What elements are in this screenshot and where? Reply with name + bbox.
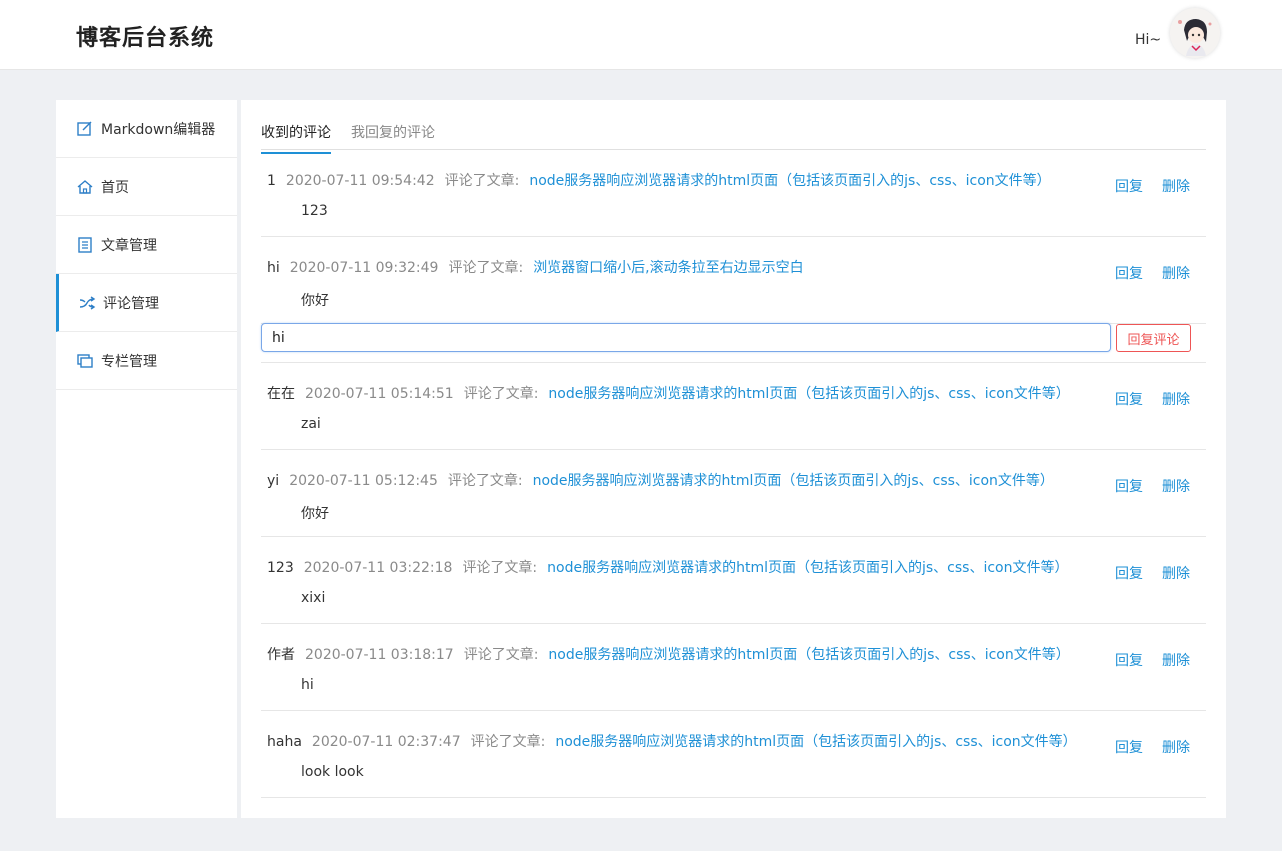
comment-content: xixi: [301, 590, 326, 606]
home-icon: [76, 178, 94, 196]
comment-article-link[interactable]: node服务器响应浏览器请求的html页面（包括该页面引入的js、css、ico…: [529, 173, 1050, 189]
sidebar-item-article-management[interactable]: 文章管理: [56, 216, 237, 274]
reply-button[interactable]: 回复: [1115, 389, 1143, 409]
edit-icon: [76, 120, 94, 138]
shuffle-icon: [78, 294, 96, 312]
comment-content: 123: [301, 203, 328, 219]
comment-article-link[interactable]: node服务器响应浏览器请求的html页面（包括该页面引入的js、css、ico…: [547, 560, 1068, 576]
reply-button[interactable]: 回复: [1115, 476, 1143, 496]
comment-verb: 评论了文章:: [462, 560, 538, 576]
tab-my-replies[interactable]: 我回复的评论: [351, 122, 435, 152]
comment-verb: 评论了文章:: [463, 386, 539, 402]
sidebar-item-label: 评论管理: [103, 295, 159, 312]
list-icon: [76, 236, 94, 254]
main-panel: 收到的评论 我回复的评论 1 2020-07-11 09:54:42 评论了文章: n…: [241, 100, 1226, 818]
sidebar-item-home[interactable]: 首页: [56, 158, 237, 216]
comment-time: 2020-07-11 03:22:18: [303, 560, 453, 576]
sidebar-item-label: 文章管理: [101, 237, 157, 254]
comment-author: yi: [267, 473, 280, 489]
delete-button[interactable]: 删除: [1162, 737, 1190, 757]
comment-verb: 评论了文章:: [448, 260, 524, 276]
comment-content: 你好: [301, 293, 329, 309]
delete-button[interactable]: 删除: [1162, 389, 1190, 409]
sidebar-item-label: 首页: [101, 179, 129, 196]
comment-item: 在在 2020-07-11 05:14:51 评论了文章: node服务器响应浏览器请…: [261, 363, 1206, 450]
sidebar-item-label: Markdown编辑器: [101, 121, 216, 138]
reply-form: 回复评论: [261, 314, 1206, 363]
sidebar-item-comment-management[interactable]: 评论管理: [56, 274, 237, 332]
sidebar-item-markdown-editor[interactable]: Markdown编辑器: [56, 100, 237, 158]
columns-icon: [76, 352, 94, 370]
comment-verb: 评论了文章:: [470, 734, 546, 750]
delete-button[interactable]: 删除: [1162, 650, 1190, 670]
delete-button[interactable]: 删除: [1162, 263, 1190, 283]
submit-reply-button[interactable]: 回复评论: [1116, 324, 1191, 352]
comment-author: haha: [267, 734, 302, 750]
sidebar-item-label: 专栏管理: [101, 353, 157, 370]
comment-item: 1 2020-07-11 09:54:42 评论了文章: node服务器响应浏览器请求…: [261, 150, 1206, 237]
reply-button[interactable]: 回复: [1115, 563, 1143, 583]
comment-time: 2020-07-11 03:18:17: [305, 647, 454, 663]
delete-button[interactable]: 删除: [1162, 563, 1190, 583]
reply-button[interactable]: 回复: [1115, 176, 1143, 196]
comment-content: look look: [301, 764, 364, 780]
comment-item: hi 2020-07-11 09:32:49 评论了文章: 浏览器窗口缩小后,滚动条拉…: [261, 237, 1206, 324]
comment-author: 作者: [267, 647, 295, 663]
comment-time: 2020-07-11 09:32:49: [289, 260, 439, 276]
reply-input[interactable]: [261, 323, 1111, 352]
comment-tabs: 收到的评论 我回复的评论: [261, 114, 1206, 154]
sidebar: Markdown编辑器 首页 文章管理 评论管理 专栏管理: [56, 100, 237, 818]
comment-author: 123: [267, 560, 294, 576]
comment-item: 123 2020-07-11 03:22:18 评论了文章: node服务器响应浏览器…: [261, 537, 1206, 624]
comment-content: zai: [301, 416, 321, 432]
comment-verb: 评论了文章:: [444, 173, 520, 189]
comment-article-link[interactable]: node服务器响应浏览器请求的html页面（包括该页面引入的js、css、ico…: [555, 734, 1076, 750]
comment-time: 2020-07-11 05:14:51: [305, 386, 454, 402]
comment-author: hi: [267, 260, 280, 276]
comment-verb: 评论了文章:: [447, 473, 523, 489]
comment-item: 作者 2020-07-11 03:18:17 评论了文章: node服务器响应浏览器请…: [261, 624, 1206, 711]
greeting-text: Hi~: [1135, 32, 1162, 48]
top-bar: 博客后台系统 Hi~: [0, 0, 1282, 70]
comment-content: 你好: [301, 506, 329, 522]
user-avatar-icon[interactable]: [1170, 8, 1220, 58]
comment-article-link[interactable]: node服务器响应浏览器请求的html页面（包括该页面引入的js、css、ico…: [533, 473, 1054, 489]
sidebar-item-column-management[interactable]: 专栏管理: [56, 332, 237, 390]
comment-content: hi: [301, 677, 314, 693]
comment-item: yi 2020-07-11 05:12:45 评论了文章: node服务器响应浏览器请…: [261, 450, 1206, 537]
comment-time: 2020-07-11 09:54:42: [285, 173, 435, 189]
reply-button[interactable]: 回复: [1115, 737, 1143, 757]
reply-button[interactable]: 回复: [1115, 263, 1143, 283]
comment-article-link[interactable]: 浏览器窗口缩小后,滚动条拉至右边显示空白: [533, 260, 803, 276]
comment-author: 在在: [267, 386, 295, 402]
comment-article-link[interactable]: node服务器响应浏览器请求的html页面（包括该页面引入的js、css、ico…: [548, 386, 1069, 402]
comment-author: 1: [267, 173, 276, 189]
delete-button[interactable]: 删除: [1162, 476, 1190, 496]
delete-button[interactable]: 删除: [1162, 176, 1190, 196]
comment-verb: 评论了文章:: [463, 647, 539, 663]
site-title: 博客后台系统: [76, 26, 215, 51]
reply-button[interactable]: 回复: [1115, 650, 1143, 670]
comment-time: 2020-07-11 05:12:45: [289, 473, 438, 489]
comment-article-link[interactable]: node服务器响应浏览器请求的html页面（包括该页面引入的js、css、ico…: [548, 647, 1069, 663]
comment-time: 2020-07-11 02:37:47: [311, 734, 461, 750]
comment-item: haha 2020-07-11 02:37:47 评论了文章: node服务器响应浏览…: [261, 711, 1206, 798]
